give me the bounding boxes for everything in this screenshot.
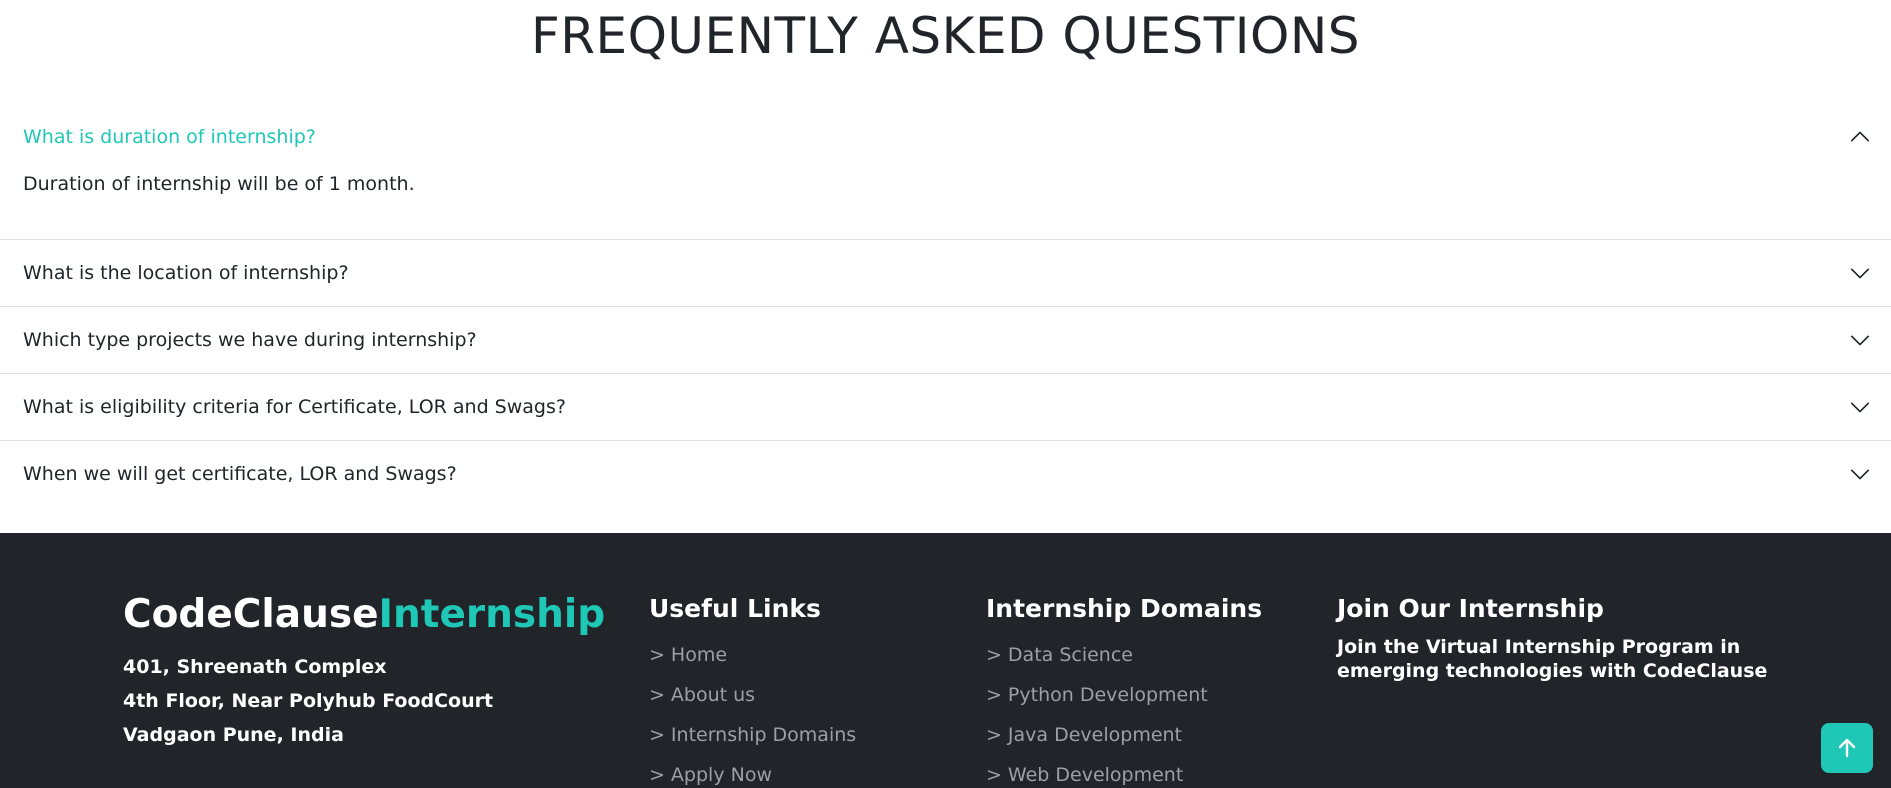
chevron-down-icon[interactable]	[1849, 463, 1871, 485]
faq-title: FREQUENTLY ASKED QUESTIONS	[530, 7, 1360, 65]
faq-question-text: Which type projects we have during inter…	[23, 329, 477, 351]
chevron-down-icon[interactable]	[1849, 396, 1871, 418]
link-label: Apply Now	[670, 764, 772, 786]
internship-domains-heading: Internship Domains	[986, 594, 1263, 623]
faq-question-text: What is eligibility criteria for Certifi…	[23, 396, 566, 418]
chevron-right-icon: >	[649, 644, 665, 666]
link-label: Java Development	[1007, 724, 1183, 746]
footer-link-web-development[interactable]: > Web Development	[986, 755, 1262, 788]
faq-question-button[interactable]: What is duration of internship?	[0, 104, 1891, 170]
address-line: 4th Floor, Near Polyhub FoodCourt	[123, 690, 494, 712]
footer-link-python-development[interactable]: > Python Development	[986, 675, 1262, 715]
footer-link-apply-now[interactable]: > Apply Now	[649, 755, 856, 788]
useful-links-column: Useful Links > Home > About us > Internship…	[649, 593, 856, 788]
chevron-right-icon: >	[986, 764, 1002, 786]
join-internship-text: Join the Virtual Internship Program in e…	[1337, 636, 1768, 682]
faq-question-text: When we will get certificate, LOR and Sw…	[23, 463, 457, 485]
footer-link-internship-domains[interactable]: > Internship Domains	[649, 715, 856, 755]
chevron-up-icon[interactable]	[1849, 126, 1871, 148]
faq-question-button[interactable]: What is eligibility criteria for Certifi…	[0, 374, 1891, 440]
chevron-right-icon: >	[649, 684, 665, 706]
faq-answer: Duration of internship will be of 1 mont…	[23, 173, 415, 195]
footer-address: 401, Shreenath Complex 4th Floor, Near P…	[123, 650, 493, 752]
footer-link-java-development[interactable]: > Java Development	[986, 715, 1262, 755]
join-internship-column: Join Our Internship Join the Virtual Int…	[1337, 593, 1797, 683]
chevron-right-icon: >	[649, 764, 665, 786]
join-internship-heading: Join Our Internship	[1337, 594, 1604, 623]
link-label: About us	[670, 684, 756, 706]
faq-question-button[interactable]: What is the location of internship?	[0, 240, 1891, 306]
brand-accent: Internship	[378, 592, 606, 637]
faq-item: What is duration of internship? Duration…	[0, 104, 1891, 240]
useful-links-heading: Useful Links	[649, 594, 821, 623]
address-line: Vadgaon Pune, India	[123, 724, 344, 746]
footer-link-about[interactable]: > About us	[649, 675, 856, 715]
footer-link-data-science[interactable]: > Data Science	[986, 635, 1262, 675]
faq-item: When we will get certificate, LOR and Sw…	[0, 441, 1891, 507]
chevron-right-icon: >	[986, 644, 1002, 666]
faq-item: Which type projects we have during inter…	[0, 307, 1891, 374]
faq-item: What is the location of internship?	[0, 240, 1891, 307]
chevron-right-icon: >	[986, 724, 1002, 746]
faq-question-text: What is the location of internship?	[23, 262, 349, 284]
chevron-down-icon[interactable]	[1849, 329, 1871, 351]
useful-links-list: > Home > About us > Internship Domains > App…	[649, 635, 856, 788]
chevron-right-icon: >	[649, 724, 665, 746]
link-label: Web Development	[1007, 764, 1184, 786]
link-label: Python Development	[1007, 684, 1208, 706]
faq-question-button[interactable]: When we will get certificate, LOR and Sw…	[0, 441, 1891, 507]
faq-question-text: What is duration of internship?	[23, 126, 316, 148]
faq-question-button[interactable]: Which type projects we have during inter…	[0, 307, 1891, 373]
link-label: Home	[670, 644, 728, 666]
faq-section: FREQUENTLY ASKED QUESTIONS What is durat…	[0, 0, 1891, 533]
internship-domains-list: > Data Science > Python Development > Java …	[986, 635, 1262, 788]
footer-link-home[interactable]: > Home	[649, 635, 856, 675]
link-label: Internship Domains	[670, 724, 857, 746]
site-footer: CodeClauseInternship 401, Shreenath Comp…	[0, 533, 1891, 788]
footer-brand-logo[interactable]: CodeClauseInternship	[123, 593, 605, 637]
chevron-down-icon[interactable]	[1849, 262, 1871, 284]
faq-accordion: What is duration of internship? Duration…	[0, 104, 1891, 507]
chevron-right-icon: >	[986, 684, 1002, 706]
internship-domains-column: Internship Domains > Data Science > Python…	[986, 593, 1262, 788]
address-line: 401, Shreenath Complex	[123, 656, 387, 678]
link-label: Data Science	[1007, 644, 1133, 666]
back-to-top-button[interactable]	[1821, 723, 1873, 773]
arrow-up-icon	[1835, 736, 1859, 760]
brand-primary: CodeClause	[123, 592, 379, 637]
faq-item: What is eligibility criteria for Certifi…	[0, 374, 1891, 441]
